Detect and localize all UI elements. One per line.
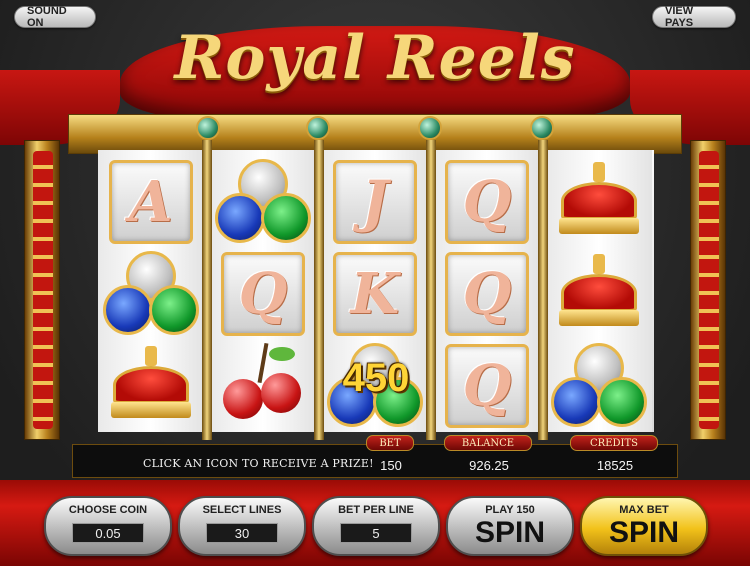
reel-1: A: [98, 150, 204, 432]
emerald-gem: [149, 285, 199, 335]
bet-value: 150: [380, 458, 402, 473]
sound-toggle-button[interactable]: SOUND ON: [14, 5, 96, 29]
emerald-ornament-icon: [418, 116, 442, 140]
letter-symbol-a[interactable]: A: [103, 158, 199, 246]
letter-tile: K: [333, 252, 417, 336]
crown-top: [561, 274, 637, 312]
letter-symbol-q[interactable]: Q: [439, 250, 535, 338]
balance-label: BALANCE: [444, 435, 532, 451]
info-message: CLICK AN ICON TO RECEIVE A PRIZE!: [143, 457, 374, 470]
gems-icon: [103, 251, 199, 337]
sapphire-gem: [103, 285, 153, 335]
crown-cross: [593, 254, 605, 274]
letter-symbol-q[interactable]: Q: [439, 342, 535, 430]
letter-tile: Q: [221, 252, 305, 336]
cherry-fruit: [261, 373, 301, 413]
crown-top: [561, 182, 637, 220]
letter-symbol-q[interactable]: Q: [215, 250, 311, 338]
reel-divider: [202, 140, 212, 440]
view-pays-button[interactable]: VIEW PAYS: [652, 5, 736, 29]
credits-label: CREDITS: [570, 435, 658, 451]
max-spin-label: SPIN: [608, 516, 680, 549]
crown-icon: [553, 162, 645, 242]
gems-symbol-icon[interactable]: [103, 250, 199, 338]
bet-per-line-label: BET PER LINE: [338, 504, 414, 516]
pillar-pattern: [33, 151, 53, 429]
crown-symbol-icon[interactable]: [551, 158, 647, 246]
bet-per-line-button[interactable]: BET PER LINE 5: [312, 496, 440, 556]
gems-icon: [215, 159, 311, 245]
select-lines-button[interactable]: SELECT LINES 30: [178, 496, 306, 556]
reel-divider: [426, 140, 436, 440]
coin-value: 0.05: [72, 523, 144, 543]
select-lines-label: SELECT LINES: [202, 504, 282, 516]
crown-cross: [145, 346, 157, 366]
lines-value: 30: [206, 523, 278, 543]
crown-cross: [593, 162, 605, 182]
crown-base: [559, 310, 639, 326]
cherry-leaf: [269, 347, 295, 361]
balance-value: 926.25: [469, 458, 509, 473]
spin-label: SPIN: [474, 516, 546, 549]
bet-label: BET: [366, 435, 414, 451]
gems-icon: [551, 343, 647, 429]
game-stage: Royal Reels SOUND ON VIEW PAYS AQJKQQQ 4…: [0, 0, 750, 566]
emerald-gem: [261, 193, 311, 243]
spin-button[interactable]: PLAY 150 SPIN: [446, 496, 574, 556]
reel-4: QQQ: [434, 150, 540, 432]
emerald-gem: [597, 377, 647, 427]
max-bet-label: MAX BET: [619, 504, 669, 516]
letter-symbol-q[interactable]: Q: [439, 158, 535, 246]
win-amount: 450: [342, 356, 410, 400]
reel-divider: [314, 140, 324, 440]
letter-symbol-k[interactable]: K: [327, 250, 423, 338]
crown-base: [559, 218, 639, 234]
crown-symbol-icon[interactable]: [551, 250, 647, 338]
left-pillar: [24, 140, 60, 440]
max-bet-spin-button[interactable]: MAX BET SPIN: [580, 496, 708, 556]
crown-icon: [553, 254, 645, 334]
cherry-icon: [215, 342, 311, 429]
cherry-symbol-icon[interactable]: [215, 342, 311, 430]
emerald-ornament-icon: [530, 116, 554, 140]
sapphire-gem: [551, 377, 601, 427]
right-pillar: [690, 140, 726, 440]
cherry-fruit: [223, 379, 263, 419]
letter-tile: Q: [445, 344, 529, 428]
reel-2: Q: [210, 150, 316, 432]
emerald-ornament-icon: [306, 116, 330, 140]
crown-base: [111, 402, 191, 418]
reel-divider: [538, 140, 548, 440]
crown-top: [113, 366, 189, 404]
credits-value: 18525: [596, 458, 634, 473]
sapphire-gem: [215, 193, 265, 243]
spin-top-label: PLAY 150: [485, 504, 535, 516]
choose-coin-label: CHOOSE COIN: [68, 504, 148, 516]
letter-symbol-j[interactable]: J: [327, 158, 423, 246]
crown-symbol-icon[interactable]: [103, 342, 199, 430]
letter-tile: Q: [445, 252, 529, 336]
letter-tile: Q: [445, 160, 529, 244]
letter-tile: A: [109, 160, 193, 244]
gold-frame-top: [68, 114, 682, 154]
emerald-ornament-icon: [196, 116, 220, 140]
game-title-logo: Royal Reels: [174, 23, 576, 93]
pillar-pattern: [699, 151, 719, 429]
choose-coin-button[interactable]: CHOOSE COIN 0.05: [44, 496, 172, 556]
gems-symbol-icon[interactable]: [215, 158, 311, 246]
reel-5: [546, 150, 652, 432]
crown-icon: [105, 346, 197, 426]
bet-per-line-value: 5: [340, 523, 412, 543]
gems-symbol-icon[interactable]: [551, 342, 647, 430]
letter-tile: J: [333, 160, 417, 244]
